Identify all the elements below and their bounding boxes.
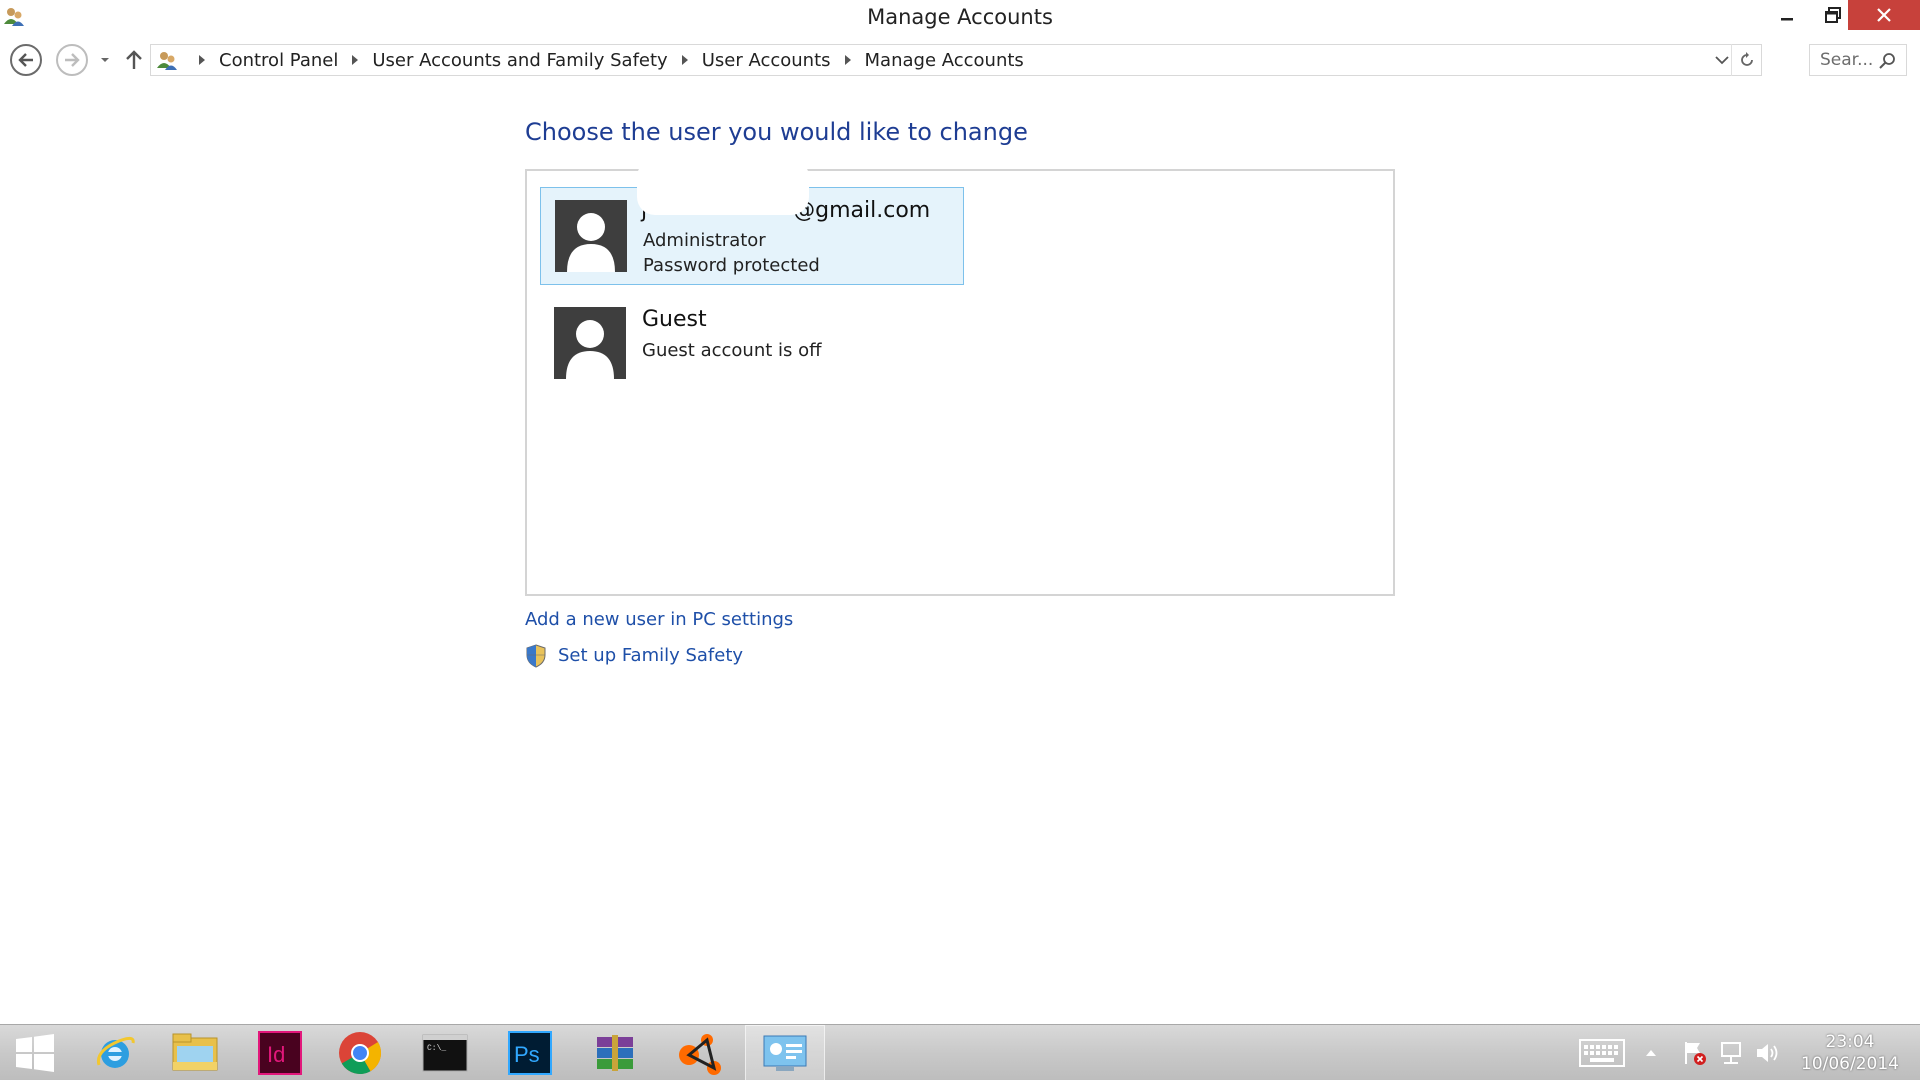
account-status: Guest account is off	[642, 340, 822, 361]
chevron-down-icon	[101, 58, 109, 62]
taskbar-avast[interactable]	[660, 1025, 740, 1081]
window-title: Manage Accounts	[867, 5, 1053, 29]
show-hidden-icons-button[interactable]	[1640, 1025, 1662, 1081]
taskbar-internet-explorer[interactable]	[75, 1025, 155, 1081]
flag-alert-icon	[1685, 1042, 1706, 1065]
search-input[interactable]	[1820, 50, 1876, 70]
redaction-mark	[637, 159, 809, 215]
chrome-icon	[339, 1032, 382, 1075]
svg-text:C:\_: C:\_	[427, 1044, 446, 1053]
internet-explorer-icon	[96, 1036, 135, 1068]
search-icon[interactable]	[1878, 52, 1896, 70]
taskbar-file-explorer[interactable]	[155, 1025, 235, 1081]
breadcrumb-separator-icon[interactable]	[350, 53, 360, 67]
users-icon	[157, 52, 177, 70]
title-bar: Manage Accounts	[0, 0, 1920, 34]
close-button[interactable]	[1848, 0, 1920, 30]
user-account-list: j@gmail.com Administrator Password prote…	[525, 159, 1395, 596]
action-center-button[interactable]	[1680, 1025, 1710, 1081]
uac-shield-icon	[526, 644, 546, 668]
family-safety-link[interactable]: Set up Family Safety	[558, 645, 743, 666]
folder-icon	[172, 1033, 218, 1071]
forward-arrow-icon	[56, 44, 88, 76]
windows-logo-icon	[16, 1034, 54, 1072]
restore-icon	[1825, 7, 1841, 23]
network-icon	[1721, 1042, 1741, 1064]
taskbar-control-panel[interactable]	[745, 1025, 825, 1081]
breadcrumb-separator-icon[interactable]	[197, 53, 207, 67]
breadcrumb-manage-accounts[interactable]: Manage Accounts	[865, 50, 1024, 71]
up-button[interactable]	[120, 43, 148, 77]
taskbar-winrar[interactable]	[575, 1025, 655, 1081]
refresh-icon	[1740, 52, 1753, 66]
minimize-icon	[1781, 18, 1793, 21]
account-status: Password protected	[643, 255, 820, 276]
network-button[interactable]	[1716, 1025, 1746, 1081]
close-icon	[1877, 8, 1891, 22]
touch-keyboard-button[interactable]	[1575, 1025, 1629, 1081]
search-box[interactable]	[1809, 44, 1907, 76]
indesign-icon: Id	[258, 1031, 302, 1075]
navigation-bar: Control Panel User Accounts and Family S…	[0, 40, 1920, 80]
start-button[interactable]	[0, 1025, 70, 1081]
svg-text:Ps: Ps	[514, 1042, 540, 1067]
user-avatar-icon	[555, 200, 627, 272]
page-heading: Choose the user you would like to change	[525, 118, 1028, 146]
command-prompt-icon: C:\_	[422, 1034, 468, 1072]
avast-icon	[679, 1034, 721, 1075]
chevron-up-icon	[1646, 1050, 1656, 1056]
account-name: Guest	[642, 307, 707, 332]
minimize-button[interactable]	[1764, 0, 1810, 30]
taskbar-photoshop[interactable]: Ps	[490, 1025, 570, 1081]
account-role: Administrator	[643, 230, 766, 251]
user-avatar-icon	[554, 307, 626, 379]
address-bar[interactable]: Control Panel User Accounts and Family S…	[150, 44, 1762, 76]
up-arrow-icon	[126, 50, 142, 69]
refresh-button[interactable]	[1731, 44, 1761, 76]
chevron-down-icon[interactable]	[1713, 51, 1731, 69]
photoshop-icon: Ps	[508, 1031, 552, 1075]
breadcrumb-separator-icon[interactable]	[680, 53, 690, 67]
breadcrumb-separator-icon[interactable]	[843, 53, 853, 67]
clock-date: 10/06/2014	[1801, 1054, 1899, 1074]
recent-locations-button[interactable]	[95, 43, 115, 77]
add-new-user-link[interactable]: Add a new user in PC settings	[525, 609, 793, 630]
keyboard-icon	[1579, 1039, 1625, 1067]
back-arrow-icon	[10, 44, 42, 76]
account-tile-guest[interactable]: Guest Guest account is off	[540, 295, 964, 393]
back-button[interactable]	[9, 43, 43, 77]
forward-button[interactable]	[55, 43, 89, 77]
speaker-icon	[1757, 1044, 1778, 1062]
taskbar-command-prompt[interactable]: C:\_	[405, 1025, 485, 1081]
breadcrumb-user-accounts[interactable]: User Accounts	[702, 50, 831, 71]
taskbar: Id C:\_ Ps 23:04 10/06/2014	[0, 1024, 1920, 1081]
svg-text:Id: Id	[267, 1042, 285, 1067]
breadcrumb-control-panel[interactable]: Control Panel	[219, 50, 338, 71]
winrar-icon	[597, 1035, 633, 1071]
system-clock[interactable]: 23:04 10/06/2014	[1790, 1031, 1910, 1075]
volume-button[interactable]	[1752, 1025, 1782, 1081]
breadcrumb-user-accounts-family-safety[interactable]: User Accounts and Family Safety	[372, 50, 667, 71]
control-panel-icon	[763, 1035, 807, 1071]
taskbar-chrome[interactable]	[320, 1025, 400, 1081]
taskbar-indesign[interactable]: Id	[240, 1025, 320, 1081]
account-email-suffix: @gmail.com	[793, 198, 931, 223]
clock-time: 23:04	[1825, 1032, 1875, 1052]
